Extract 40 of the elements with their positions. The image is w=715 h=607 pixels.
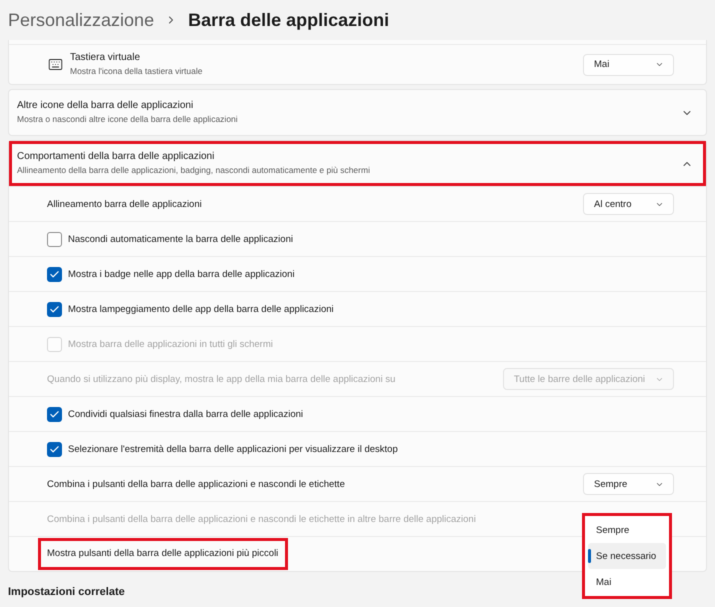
dropdown[interactable]: Mai xyxy=(583,54,674,76)
setting-label: Condividi qualsiasi finestra dalla barra delle applicazioni xyxy=(68,408,303,420)
dropdown[interactable]: Sempre xyxy=(583,473,674,495)
dropdown[interactable]: Al centro xyxy=(583,193,674,215)
section-title: Altre icone della barra delle applicazioni xyxy=(17,100,194,112)
checkmark-icon xyxy=(49,304,60,314)
setting-label: Nascondi automaticamente la barra delle applicazioni xyxy=(68,232,293,246)
selection-indicator-icon xyxy=(588,549,591,563)
checkmark-icon xyxy=(49,408,60,420)
checkmark-icon xyxy=(49,444,60,454)
setting-label: Mostra barra delle applicazioni in tutti gli schermi xyxy=(68,338,273,350)
section-description: Mostra o nascondi altre icone della barra delle applicazioni xyxy=(17,114,238,125)
setting-description: Mostra l'icona della tastiera virtuale xyxy=(70,66,202,77)
checkmark-icon xyxy=(49,268,60,280)
checkbox[interactable] xyxy=(47,232,62,246)
setting-label: Combina i pulsanti della barra delle applicazioni e nascondi le etichette in altre barre delle applicazioni xyxy=(47,512,476,526)
section-header[interactable]: Comportamenti della barra delle applicazioni Allineamento della barra delle applicazioni, badging, nascondi automaticamente e più schermi xyxy=(9,141,706,186)
setting-label: Mostra pulsanti della barra delle applicazioni più piccoli xyxy=(38,538,288,570)
menu-option[interactable]: Sempre xyxy=(588,517,666,543)
breadcrumb-link[interactable]: Personalizzazione xyxy=(8,9,154,31)
checkbox[interactable] xyxy=(47,442,62,456)
keyboard-icon xyxy=(48,57,63,72)
setting-label: Combina i pulsanti della barra delle applicazioni e nascondi le etichette xyxy=(47,478,345,490)
chevron-down-icon xyxy=(655,60,664,69)
page-title: Barra delle applicazioni xyxy=(188,9,390,31)
setting-label: Mostra i badge nelle app della barra delle applicazioni xyxy=(68,268,295,280)
setting-label: Selezionare l'estremità della barra delle applicazioni per visualizzare il desktop xyxy=(68,442,398,456)
checkbox[interactable] xyxy=(47,266,62,282)
section-heading: Impostazioni correlate xyxy=(8,586,125,599)
section-description: Allineamento della barra delle applicazioni, badging, nascondi automaticamente e più schermi xyxy=(17,165,370,176)
section-header[interactable]: Altre icone della barra delle applicazioni Mostra o nascondi altre icone della barra delle applicazioni xyxy=(9,90,706,135)
setting-title: Tastiera virtuale xyxy=(70,52,140,64)
setting-label: Quando si utilizzano più display, mostra le app della mia barra delle applicazioni su xyxy=(47,372,396,386)
section-title: Comportamenti della barra delle applicazioni xyxy=(17,151,214,163)
setting-label: Mostra lampeggiamento delle app della barra delle applicazioni xyxy=(68,302,334,316)
menu-option[interactable]: Mai xyxy=(588,569,666,595)
checkbox[interactable] xyxy=(47,302,62,316)
checkbox[interactable] xyxy=(47,406,62,422)
setting-label: Allineamento barra delle applicazioni xyxy=(47,198,202,210)
menu-option[interactable]: Se necessario xyxy=(588,543,666,569)
